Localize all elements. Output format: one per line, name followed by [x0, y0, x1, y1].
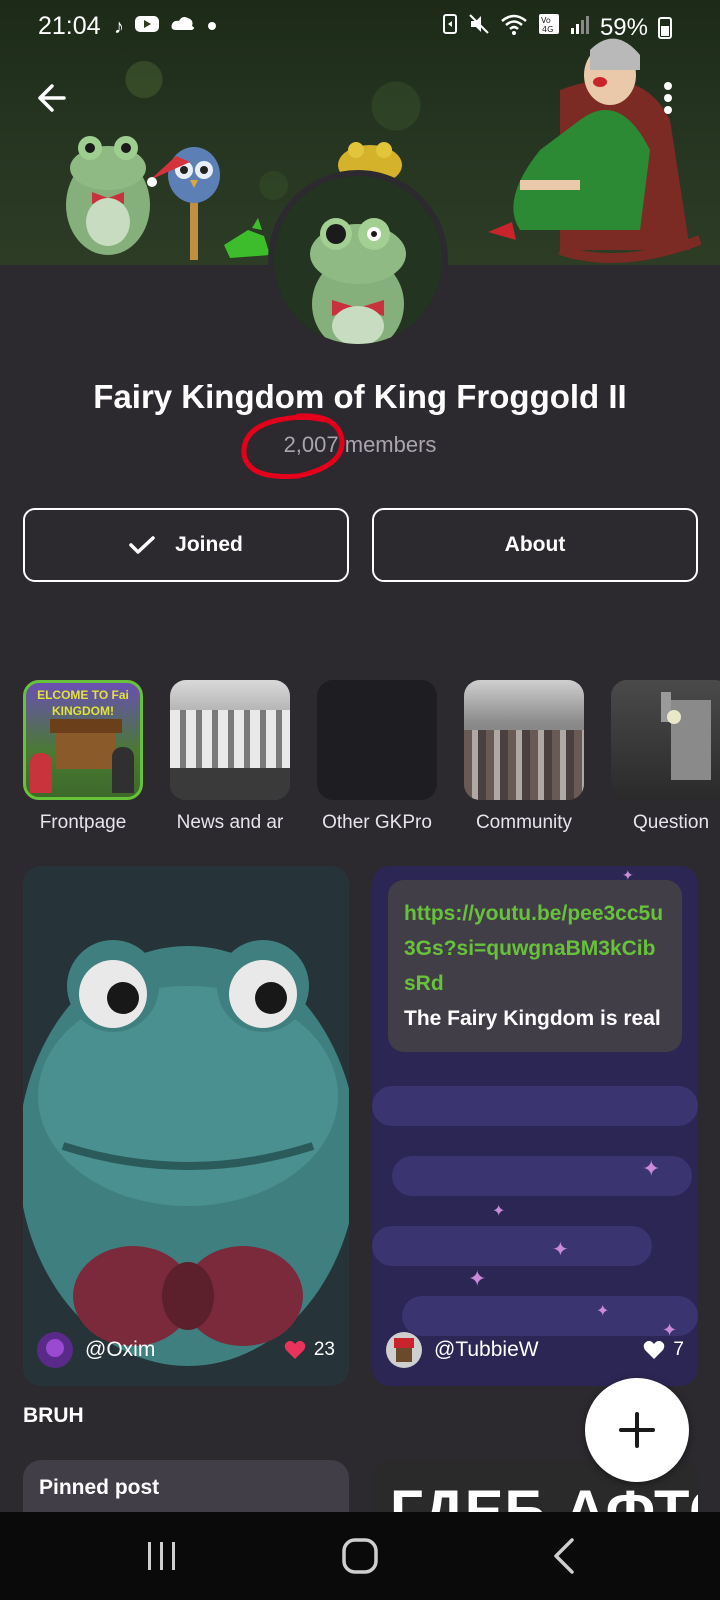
- category-label: Community: [475, 812, 573, 833]
- more-vertical-icon: [664, 82, 672, 114]
- other-thumbnail: [317, 680, 437, 800]
- svg-text:✦: ✦: [552, 1237, 569, 1261]
- joined-label: Joined: [175, 533, 243, 556]
- user-avatar[interactable]: [37, 1332, 73, 1368]
- like-button[interactable]: 7: [643, 1339, 684, 1361]
- members-label: members: [344, 432, 437, 457]
- post-caption: BRUH: [23, 1404, 84, 1427]
- nav-back-icon: [554, 1538, 574, 1574]
- questions-thumbnail: [611, 680, 720, 800]
- pinned-post-label: Pinned post: [39, 1476, 160, 1499]
- svg-text:✦: ✦: [596, 1301, 609, 1320]
- community-avatar: [268, 170, 448, 350]
- members-count: 2,007 members: [0, 432, 720, 458]
- heart-icon: [284, 1340, 306, 1359]
- battery-saver-icon: [442, 12, 458, 43]
- status-time: 21:04: [38, 12, 101, 40]
- like-count: 23: [313, 1339, 335, 1360]
- post-footer: @TubbieW 7: [386, 1332, 684, 1368]
- recent-apps-button[interactable]: [140, 1534, 184, 1578]
- cloud-icon: [170, 14, 196, 39]
- user-avatar[interactable]: [386, 1332, 422, 1368]
- wifi-icon: [500, 12, 528, 43]
- category-label: News and ar: [176, 812, 284, 833]
- post-text-bubble: https://youtu.be/pee3cc5u3Gs?si=quwgnaBM…: [388, 880, 682, 1052]
- post-username[interactable]: @TubbieW: [434, 1338, 631, 1362]
- like-button[interactable]: 23: [284, 1339, 335, 1361]
- back-arrow-icon: [38, 84, 66, 112]
- red-circle-annotation: [241, 413, 345, 480]
- svg-text:✦: ✦: [642, 1157, 660, 1182]
- category-label: Question: [632, 812, 710, 833]
- home-button[interactable]: [338, 1534, 382, 1578]
- dot-icon: [206, 14, 218, 39]
- post-username[interactable]: @Oxim: [85, 1338, 272, 1362]
- frontpage-thumb-text: ELCOME TO Fai KINGDOM!: [37, 688, 129, 718]
- svg-text:4G: 4G: [542, 25, 553, 34]
- svg-text:✦: ✦: [492, 1201, 505, 1220]
- category-community[interactable]: Community: [464, 680, 584, 834]
- news-thumbnail: [170, 680, 290, 800]
- heart-icon: [644, 1340, 665, 1359]
- status-bar: 21:04 ♪ Vo 4G 59%: [0, 0, 720, 52]
- more-options-button[interactable]: [656, 76, 680, 120]
- category-frontpage[interactable]: ELCOME TO Fai KINGDOM! Frontpage: [23, 680, 143, 834]
- back-button[interactable]: [30, 76, 74, 120]
- system-navigation-bar: [0, 1512, 720, 1600]
- youtube-icon: [134, 14, 160, 39]
- category-label: Other GKPro: [322, 812, 432, 833]
- mute-icon: [468, 12, 490, 43]
- post-card[interactable]: ✦ ✦ ✦ ✦ ✦ ✦ ✦ https://youtu.be/pee3cc5u3…: [372, 866, 698, 1386]
- frontpage-thumbnail: ELCOME TO Fai KINGDOM!: [23, 680, 143, 800]
- tiktok-icon: ♪: [114, 15, 124, 38]
- svg-text:✦: ✦: [468, 1267, 486, 1292]
- home-icon: [342, 1538, 378, 1574]
- post-link[interactable]: https://youtu.be/pee3cc5u3Gs?si=quwgnaBM…: [404, 896, 666, 1001]
- about-label: About: [504, 533, 566, 556]
- frog-puppet-image: [23, 866, 349, 1386]
- post-text: The Fairy Kingdom is real: [404, 1007, 661, 1030]
- create-post-button[interactable]: [585, 1378, 689, 1482]
- frog-avatar-image: [274, 176, 442, 344]
- community-title: Fairy Kingdom of King Froggold II: [93, 378, 627, 415]
- volte-4g-icon: Vo 4G: [538, 12, 560, 43]
- category-label: Frontpage: [39, 812, 127, 833]
- post-card[interactable]: @Oxim 23: [23, 866, 349, 1386]
- about-button[interactable]: About: [372, 508, 698, 582]
- svg-text:Vo: Vo: [541, 16, 551, 25]
- joined-button[interactable]: Joined: [23, 508, 349, 582]
- community-thumbnail: [464, 680, 584, 800]
- battery-percent: 59%: [599, 13, 648, 41]
- post-footer: @Oxim 23: [37, 1332, 335, 1368]
- category-other-gkpro[interactable]: Other GKPro: [317, 680, 437, 834]
- category-news[interactable]: News and ar: [170, 680, 290, 834]
- signal-icon: [570, 12, 590, 43]
- category-questions[interactable]: Question: [611, 680, 720, 834]
- like-count: 7: [673, 1339, 684, 1360]
- checkmark-icon: [129, 536, 155, 554]
- plus-icon: [619, 1412, 655, 1448]
- nav-back-button[interactable]: [544, 1534, 588, 1578]
- battery-icon: [658, 16, 672, 39]
- category-row: ELCOME TO Fai KINGDOM! Frontpage News an…: [23, 680, 720, 840]
- recent-apps-icon: [148, 1542, 175, 1570]
